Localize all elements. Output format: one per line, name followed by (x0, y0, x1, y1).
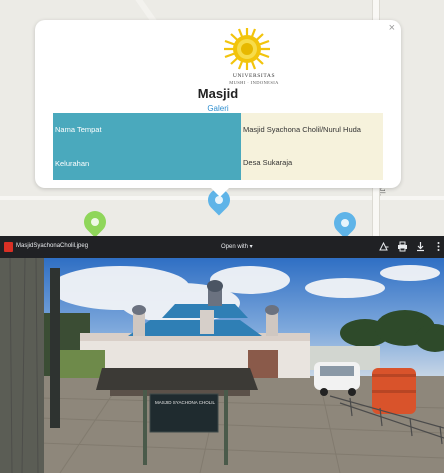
more-icon[interactable] (433, 241, 444, 252)
sun-emblem-icon (224, 28, 270, 70)
table-value: Desa Sukaraja (241, 146, 383, 180)
close-icon[interactable]: × (389, 22, 395, 34)
map-marker-blue[interactable] (329, 207, 361, 236)
logo-subtext: MUSHI · INDONESIA (229, 80, 279, 85)
open-with-button[interactable]: Open with ▾ (221, 243, 253, 250)
image-file-icon (4, 242, 13, 252)
table-value: Masjid Syachona Cholil/Nurul Huda (241, 113, 383, 147)
map-view[interactable]: Jl. × UNIVERSITAS MUSHI · INDONESIA Masj… (0, 0, 444, 236)
table-row: Kelurahan Desa Sukaraja (53, 146, 383, 180)
place-title: Masjid (197, 86, 239, 101)
place-info-table: Nama Tempat Masjid Syachona Cholil/Nurul… (53, 113, 383, 180)
info-popup: × UNIVERSITAS MUSHI · INDONESIA Masjid G… (35, 20, 401, 197)
table-row: Nama Tempat Masjid Syachona Cholil/Nurul… (53, 113, 383, 147)
mosque-photo: MASJID SYACHONA CHOLIL (0, 258, 444, 473)
logo-text: UNIVERSITAS (232, 73, 276, 79)
table-key: Kelurahan (53, 146, 241, 180)
add-to-drive-icon[interactable] (378, 241, 389, 252)
map-marker-green[interactable] (79, 206, 111, 236)
street-label: Jl. (378, 188, 385, 197)
download-icon[interactable] (415, 241, 426, 252)
print-icon[interactable] (397, 241, 408, 252)
screen: Jl. × UNIVERSITAS MUSHI · INDONESIA Masj… (0, 0, 444, 473)
mosque-photo-illustration (0, 258, 444, 473)
image-viewer-toolbar: MasjidSyachonaCholil.jpeg Open with ▾ (0, 236, 444, 258)
file-name: MasjidSyachonaCholil.jpeg (16, 243, 89, 249)
mosque-sign-text: MASJID SYACHONA CHOLIL (155, 400, 215, 405)
table-key: Nama Tempat (53, 113, 241, 147)
gallery-link[interactable]: Galeri (35, 104, 401, 113)
